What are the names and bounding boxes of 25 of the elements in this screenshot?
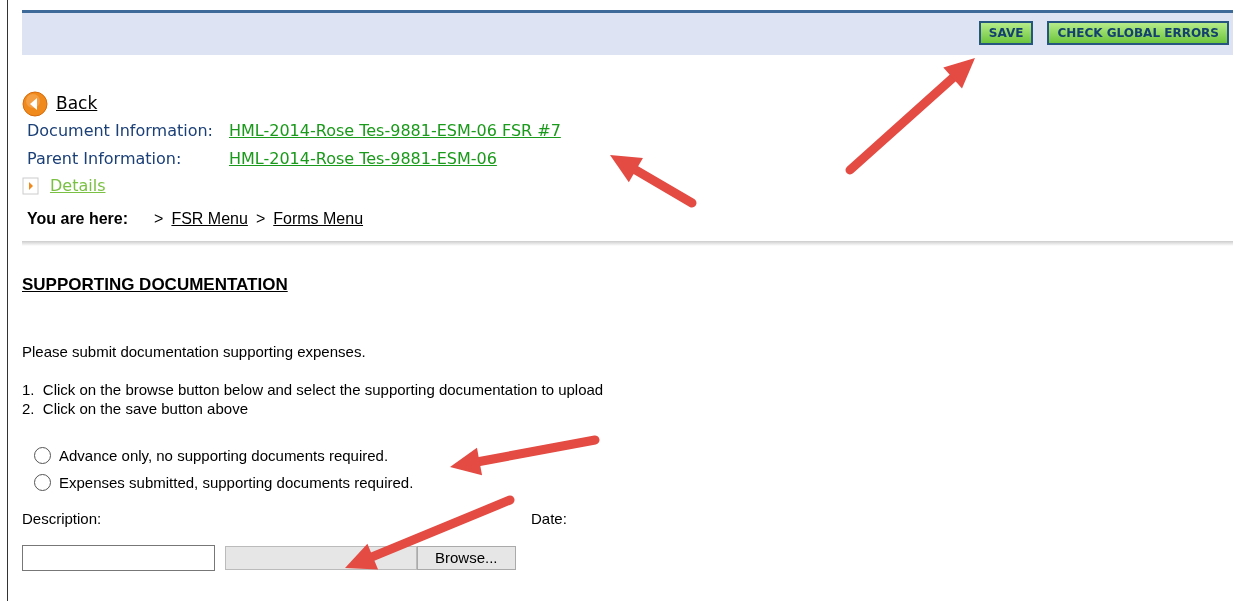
breadcrumb-separator: > (154, 209, 164, 229)
step-text: 1. Click on the browse button below and select the supporting documentation to upload (22, 379, 605, 399)
breadcrumb-label: You are here: (27, 209, 129, 229)
description-field[interactable] (22, 545, 215, 572)
info-label: Parent Information: (27, 148, 183, 170)
info-label: Document Information: (27, 120, 214, 142)
toolbar-button[interactable]: SAVE (978, 21, 1034, 45)
radio-label: Expenses submitted, supporting documents required. (59, 472, 414, 493)
breadcrumb-separator: > (255, 209, 266, 229)
expand-icon[interactable] (22, 177, 40, 195)
toolbar-button[interactable]: CHECK GLOBAL ERRORS (1047, 21, 1229, 45)
step-text: 2. Click on the save button above (22, 398, 249, 418)
intro-text: Please submit documentation supporting expenses. (22, 342, 367, 363)
document-link[interactable]: HML-2014-Rose Tes-9881-ESM-06 FSR #7 (229, 117, 561, 145)
field-label: Date: (531, 508, 567, 529)
radio-button[interactable] (34, 446, 51, 464)
back-link[interactable]: Back (56, 91, 98, 117)
breadcrumb-link[interactable]: Forms Menu (273, 207, 364, 231)
field-label: Description: (22, 508, 103, 529)
browse-button[interactable]: Browse... (417, 546, 516, 571)
breadcrumb-link[interactable]: FSR Menu (171, 207, 248, 231)
section-heading: SUPPORTING DOCUMENTATION (22, 275, 289, 296)
radio-label: Advance only, no supporting documents required. (59, 445, 389, 466)
radio-button[interactable] (34, 473, 51, 491)
document-link[interactable]: HML-2014-Rose Tes-9881-ESM-06 (229, 145, 497, 173)
